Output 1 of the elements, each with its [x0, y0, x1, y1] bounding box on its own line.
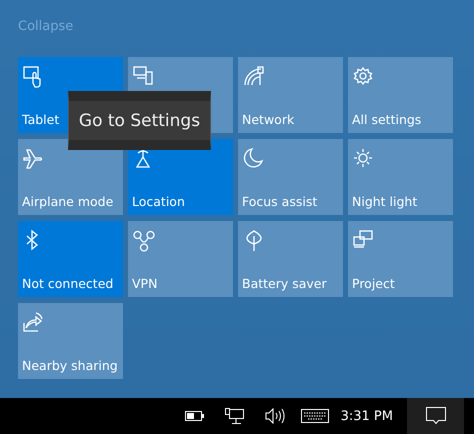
tooltip: Go to Settings	[68, 91, 211, 150]
